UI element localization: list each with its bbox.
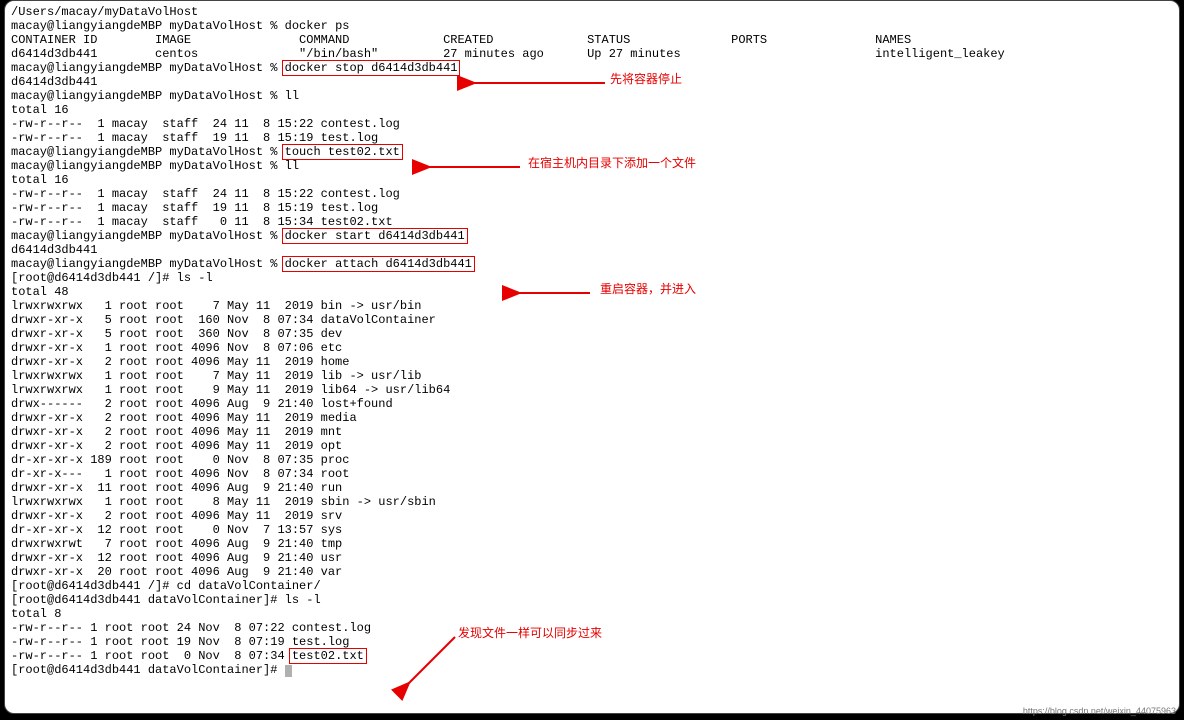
dvc-row-prefix: -rw-r--r-- 1 root root 0 Nov 8 07:34 xyxy=(11,649,292,663)
ls-row: dr-xr-xr-x 12 root root 0 Nov 7 13:57 sy… xyxy=(11,523,342,537)
prompt-root: [root@d6414d3db441 /]# xyxy=(11,579,177,593)
cursor[interactable] xyxy=(285,665,292,677)
total: total 16 xyxy=(11,173,69,187)
total: total 16 xyxy=(11,103,69,117)
ls-row: lrwxrwxrwx 1 root root 8 May 11 2019 sbi… xyxy=(11,495,436,509)
cmd-touch: touch test02.txt xyxy=(282,144,403,160)
annotation-sync: 发现文件一样可以同步过来 xyxy=(458,626,602,640)
synced-file: test02.txt xyxy=(289,648,367,664)
ll-row: -rw-r--r-- 1 macay staff 24 11 8 15:22 c… xyxy=(11,187,400,201)
terminal-output: /Users/macay/myDataVolHost macay@liangyi… xyxy=(11,5,1173,677)
ls-row: drwxr-xr-x 2 root root 4096 May 11 2019 … xyxy=(11,509,342,523)
terminal-window[interactable]: /Users/macay/myDataVolHost macay@liangyi… xyxy=(4,0,1180,714)
dvc-row: -rw-r--r-- 1 root root 19 Nov 8 07:19 te… xyxy=(11,635,349,649)
ls-row: drwxr-xr-x 2 root root 4096 May 11 2019 … xyxy=(11,439,342,453)
ls-row: drwx------ 2 root root 4096 Aug 9 21:40 … xyxy=(11,397,393,411)
prompt: macay@liangyiangdeMBP myDataVolHost % xyxy=(11,145,285,159)
ll-row: -rw-r--r-- 1 macay staff 0 11 8 15:34 te… xyxy=(11,215,393,229)
cmd-cd: cd dataVolContainer/ xyxy=(177,579,321,593)
prompt-root: [root@d6414d3db441 /]# xyxy=(11,271,177,285)
prompt: macay@liangyiangdeMBP myDataVolHost % xyxy=(11,229,285,243)
ls-row: drwxr-xr-x 20 root root 4096 Aug 9 21:40… xyxy=(11,565,342,579)
ll-row: -rw-r--r-- 1 macay staff 24 11 8 15:22 c… xyxy=(11,117,400,131)
cmd-docker-stop: docker stop d6414d3db441 xyxy=(282,60,461,76)
output-cid: d6414d3db441 xyxy=(11,75,97,89)
ls-row: dr-xr-xr-x 189 root root 0 Nov 8 07:35 p… xyxy=(11,453,349,467)
dvc-row: -rw-r--r-- 1 root root 24 Nov 8 07:22 co… xyxy=(11,621,371,635)
prompt-root-dvc: [root@d6414d3db441 dataVolContainer]# xyxy=(11,663,285,677)
annotation-stop: 先将容器停止 xyxy=(610,72,682,86)
cmd-docker-attach: docker attach d6414d3db441 xyxy=(282,256,475,272)
ll-row: -rw-r--r-- 1 macay staff 19 11 8 15:19 t… xyxy=(11,131,378,145)
cmd-ll: ll xyxy=(285,159,299,173)
ps-row: d6414d3db441 centos "/bin/bash" 27 minut… xyxy=(11,47,1005,61)
cmd-docker-start: docker start d6414d3db441 xyxy=(282,228,468,244)
annotation-restart: 重启容器，并进入 xyxy=(600,282,696,296)
prompt-root-dvc: [root@d6414d3db441 dataVolContainer]# xyxy=(11,593,285,607)
ll-row: -rw-r--r-- 1 macay staff 19 11 8 15:19 t… xyxy=(11,201,378,215)
ls-row: drwxr-xr-x 2 root root 4096 May 11 2019 … xyxy=(11,355,349,369)
total: total 48 xyxy=(11,285,69,299)
cmd-ll: ll xyxy=(285,89,299,103)
prompt: macay@liangyiangdeMBP myDataVolHost % xyxy=(11,257,285,271)
ls-row: lrwxrwxrwx 1 root root 9 May 11 2019 lib… xyxy=(11,383,450,397)
ls-row: lrwxrwxrwx 1 root root 7 May 11 2019 lib… xyxy=(11,369,421,383)
ls-row: drwxr-xr-x 11 root root 4096 Aug 9 21:40… xyxy=(11,481,342,495)
ps-header: CONTAINER ID IMAGE COMMAND CREATED STATU… xyxy=(11,33,911,47)
ls-row: drwxrwxrwt 7 root root 4096 Aug 9 21:40 … xyxy=(11,537,342,551)
ls-row: drwxr-xr-x 1 root root 4096 Nov 8 07:06 … xyxy=(11,341,342,355)
output-cid: d6414d3db441 xyxy=(11,243,97,257)
cmd-docker-ps: docker ps xyxy=(285,19,350,33)
ls-row: drwxr-xr-x 5 root root 160 Nov 8 07:34 d… xyxy=(11,313,436,327)
ls-row: drwxr-xr-x 12 root root 4096 Aug 9 21:40… xyxy=(11,551,342,565)
annotation-touch: 在宿主机内目录下添加一个文件 xyxy=(528,156,696,170)
cmd-lsl: ls -l xyxy=(177,271,213,285)
ls-row: lrwxrwxrwx 1 root root 7 May 11 2019 bin… xyxy=(11,299,421,313)
prompt: macay@liangyiangdeMBP myDataVolHost % xyxy=(11,61,285,75)
cwd-line: /Users/macay/myDataVolHost xyxy=(11,5,198,19)
ls-row: dr-xr-x--- 1 root root 4096 Nov 8 07:34 … xyxy=(11,467,349,481)
cmd-lsl: ls -l xyxy=(285,593,321,607)
prompt: macay@liangyiangdeMBP myDataVolHost % xyxy=(11,19,285,33)
prompt: macay@liangyiangdeMBP myDataVolHost % xyxy=(11,89,285,103)
total: total 8 xyxy=(11,607,61,621)
ls-row: drwxr-xr-x 2 root root 4096 May 11 2019 … xyxy=(11,425,342,439)
ls-row: drwxr-xr-x 2 root root 4096 May 11 2019 … xyxy=(11,411,357,425)
watermark: https://blog.csdn.net/weixin_44075963 xyxy=(1023,704,1176,718)
ls-row: drwxr-xr-x 5 root root 360 Nov 8 07:35 d… xyxy=(11,327,342,341)
prompt: macay@liangyiangdeMBP myDataVolHost % xyxy=(11,159,285,173)
